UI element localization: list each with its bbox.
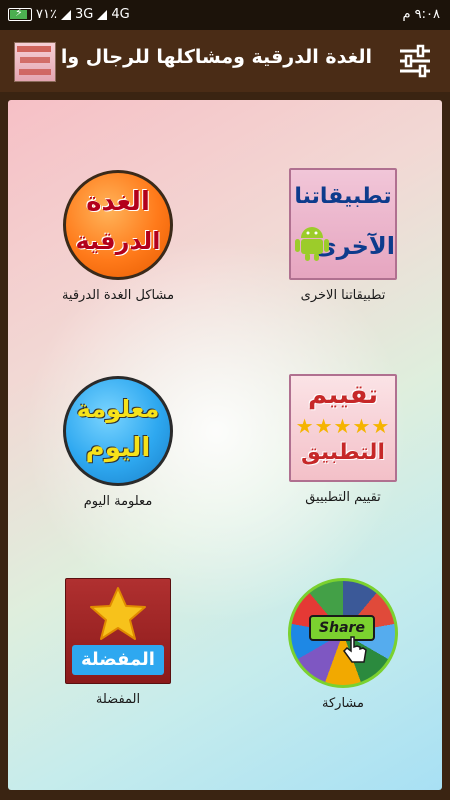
tile-label-rate-app: تقييم التطبييق bbox=[305, 490, 381, 505]
status-bar: ⚡ ٧١٪ 3G 4G ٩:٠٨ م bbox=[0, 0, 450, 30]
other-apps-art-text-1: تطبيقاتنا bbox=[294, 184, 392, 209]
star-icon bbox=[90, 587, 146, 640]
rate-app-stars: ★★★★★ bbox=[295, 414, 391, 438]
share-image: Share bbox=[288, 578, 398, 688]
rate-app-image: تقييم ★★★★★ التطبيق bbox=[289, 374, 397, 482]
tile-rate-app[interactable]: تقييم ★★★★★ التطبيق تقييم التطبييق bbox=[243, 374, 443, 505]
tile-other-apps[interactable]: تطبيقاتنا الآخرى تطبيقاتنا الاخرى bbox=[243, 168, 443, 303]
app-title: الغدة الدرقية ومشاكلها للرجال والنساء bbox=[62, 46, 372, 68]
network-4g: 4G bbox=[111, 7, 130, 22]
tile-favorites[interactable]: المفضلة المفضلة bbox=[18, 578, 218, 707]
rate-app-art-text-1: تقييم bbox=[307, 380, 379, 410]
tile-label-share: مشاركة bbox=[322, 696, 364, 711]
thyroid-problems-image: الغدة الدرقية bbox=[63, 170, 173, 280]
signal-icon-2 bbox=[97, 9, 108, 20]
fact-art-text-1: معلومة bbox=[76, 395, 160, 423]
app-logo-icon bbox=[14, 42, 56, 82]
tile-thyroid-problems[interactable]: الغدة الدرقية مشاكل الغدة الدرقية bbox=[18, 170, 218, 303]
menu-grid: تطبيقاتنا الآخرى تطبيقاتنا الاخرى الغدة … bbox=[8, 100, 442, 790]
status-time: ٩:٠٨ م bbox=[402, 7, 440, 22]
other-apps-image: تطبيقاتنا الآخرى bbox=[289, 168, 397, 280]
fact-of-day-image: معلومة اليوم bbox=[63, 376, 173, 486]
app-bar: الغدة الدرقية ومشاكلها للرجال والنساء bbox=[0, 30, 450, 92]
favorites-image: المفضلة bbox=[65, 578, 171, 684]
battery-level: ٧١٪ bbox=[36, 7, 57, 22]
status-icons: ⚡ ٧١٪ 3G 4G bbox=[8, 6, 130, 22]
tile-share[interactable]: Share مشاركة bbox=[243, 578, 443, 711]
tile-fact-of-day[interactable]: معلومة اليوم معلومة اليوم bbox=[18, 376, 218, 509]
share-hand-icon bbox=[343, 636, 367, 663]
tile-label-other-apps: تطبيقاتنا الاخرى bbox=[300, 288, 386, 303]
sliders-icon bbox=[400, 44, 430, 78]
signal-icon bbox=[60, 9, 71, 20]
rate-app-art-text-2: التطبيق bbox=[300, 440, 385, 465]
tile-label-fact-of-day: معلومة اليوم bbox=[83, 494, 153, 509]
thyroid-art-text-1: الغدة bbox=[86, 187, 150, 217]
thyroid-art-text-2: الدرقية bbox=[75, 227, 161, 255]
favorites-banner: المفضلة bbox=[72, 645, 164, 675]
sliders-menu-button[interactable] bbox=[396, 44, 434, 78]
favorites-art-text: المفضلة bbox=[81, 649, 155, 670]
tile-label-thyroid-problems: مشاكل الغدة الدرقية bbox=[61, 288, 175, 303]
battery-icon: ⚡ bbox=[8, 6, 32, 21]
fact-art-text-2: اليوم bbox=[85, 433, 151, 463]
network-3g: 3G bbox=[74, 7, 94, 22]
tile-label-favorites: المفضلة bbox=[95, 692, 141, 707]
android-icon bbox=[295, 227, 329, 261]
